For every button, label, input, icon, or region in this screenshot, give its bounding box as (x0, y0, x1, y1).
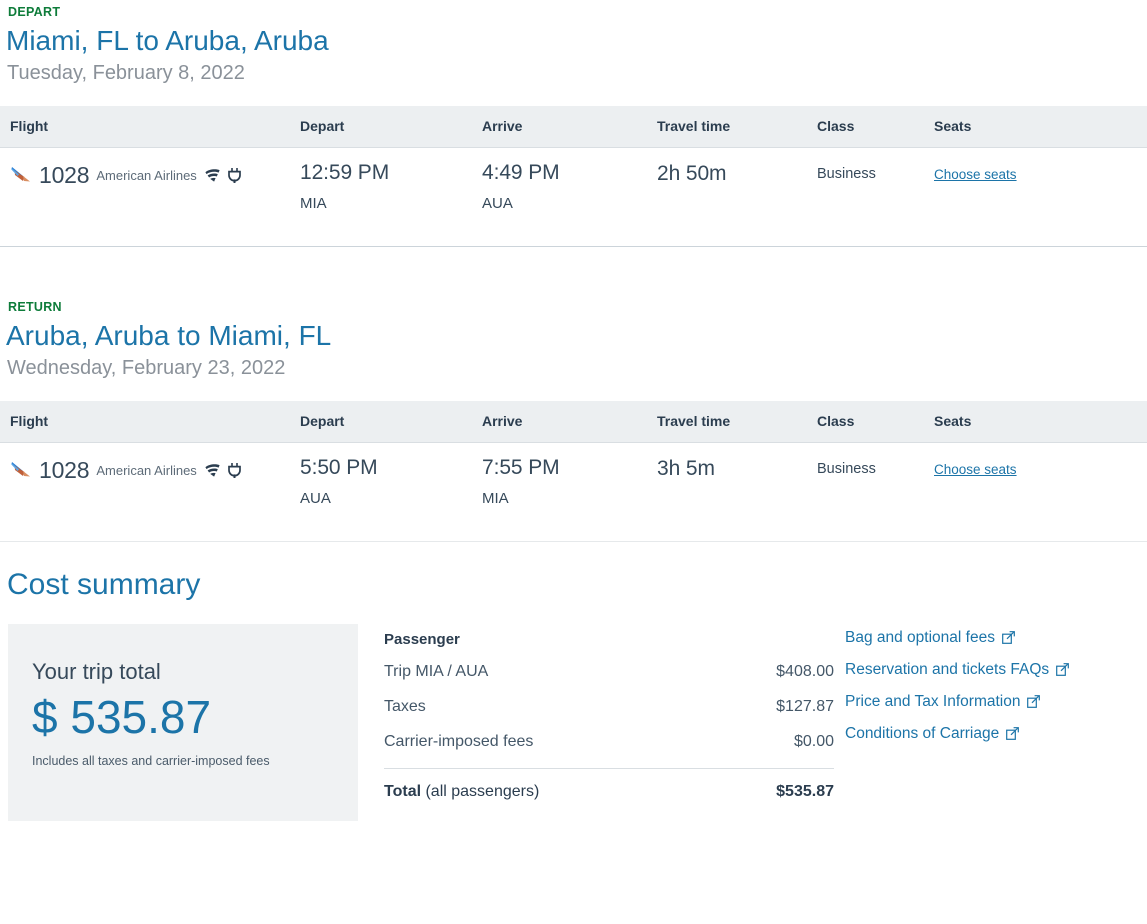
arrive-airport-code: AUA (482, 194, 513, 212)
column-header-depart: Depart (300, 413, 345, 430)
external-link-icon (1006, 727, 1020, 741)
passenger-fare-breakdown: Passenger Trip MIA / AUA $408.00 Taxes $… (384, 624, 834, 821)
seats-cell: Choose seats (934, 162, 1147, 246)
fare-total-row: Total (all passengers) $535.87 (384, 783, 834, 801)
price-and-tax-information-link[interactable]: Price and Tax Information (845, 693, 1125, 711)
return-segment: RETURN Aruba, Aruba to Miami, FL Wednesd… (0, 247, 1147, 541)
depart-kicker: DEPART (8, 5, 61, 19)
flight-cell: 1028 American Airlines (0, 162, 300, 246)
choose-seats-link[interactable]: Choose seats (934, 167, 1017, 182)
cost-summary-title: Cost summary (7, 567, 201, 601)
arrive-cell: 4:49 PM AUA (482, 160, 657, 246)
class-cell: Business (817, 457, 934, 541)
cabin-class-value: Business (817, 165, 876, 182)
trip-review-page: DEPART Miami, FL to Aruba, Aruba Tuesday… (0, 0, 1147, 924)
return-date: Wednesday, February 23, 2022 (7, 356, 286, 379)
depart-flight-table: Flight Depart Arrive Travel time Class S… (0, 105, 1147, 246)
cost-summary-divider (0, 540, 1147, 542)
cabin-class-value: Business (817, 460, 876, 477)
trip-total-note: Includes all taxes and carrier-imposed f… (32, 753, 270, 768)
depart-cell: 5:50 PM AUA (300, 455, 482, 541)
return-flight-table: Flight Depart Arrive Travel time Class S… (0, 400, 1147, 541)
seats-cell: Choose seats (934, 457, 1147, 541)
fare-row: Carrier-imposed fees $0.00 (384, 733, 834, 751)
depart-cell: 12:59 PM MIA (300, 160, 482, 246)
depart-route-title: Miami, FL to Aruba, Aruba (6, 25, 329, 56)
depart-time: 12:59 PM (300, 160, 390, 184)
column-header-seats: Seats (934, 413, 972, 430)
table-row: 1028 American Airlines (0, 148, 1147, 246)
table-header-row: Flight Depart Arrive Travel time Class S… (0, 105, 1147, 148)
trip-total-box: Your trip total $ 535.87 Includes all ta… (8, 623, 358, 821)
fare-label: Carrier-imposed fees (384, 732, 534, 750)
table-row: 1028 American Airlines (0, 443, 1147, 541)
column-header-class: Class (817, 413, 855, 430)
external-link-icon (1002, 631, 1015, 645)
passenger-header: Passenger (384, 630, 460, 648)
trip-total-label: Your trip total (32, 658, 161, 684)
link-label: Price and Tax Information (845, 692, 1021, 710)
class-cell: Business (817, 162, 934, 246)
travel-time-cell: 3h 5m (657, 457, 817, 541)
fare-amount: $127.87 (776, 697, 834, 715)
bag-and-optional-fees-link[interactable]: Bag and optional fees (845, 629, 1125, 647)
column-header-arrive: Arrive (482, 413, 523, 430)
wifi-icon (204, 463, 221, 477)
arrive-airport-code: MIA (482, 489, 509, 507)
fare-total-amount: $535.87 (776, 782, 834, 800)
power-outlet-icon (227, 462, 241, 478)
link-label: Conditions of Carriage (845, 724, 1000, 742)
column-header-flight: Flight (10, 413, 49, 430)
column-header-seats: Seats (934, 118, 972, 135)
depart-time: 5:50 PM (300, 455, 378, 479)
link-label: Bag and optional fees (845, 628, 995, 646)
wifi-icon (204, 168, 221, 182)
column-header-flight: Flight (10, 118, 49, 135)
related-links-list: Bag and optional fees Reservation and ti… (845, 624, 1125, 821)
travel-time-cell: 2h 50m (657, 162, 817, 246)
fare-total-divider (384, 767, 834, 769)
flight-number: 1028 (39, 161, 90, 188)
reservation-and-tickets-faqs-link[interactable]: Reservation and tickets FAQs (845, 661, 1125, 679)
return-kicker: RETURN (8, 299, 62, 314)
carrier-name: American Airlines (96, 462, 197, 478)
external-link-icon (1056, 663, 1070, 677)
arrive-time: 7:55 PM (482, 455, 560, 479)
fare-label: Taxes (384, 697, 426, 715)
column-header-travel-time: Travel time (657, 413, 731, 430)
depart-airport-code: MIA (300, 194, 327, 212)
fare-row: Trip MIA / AUA $408.00 (384, 663, 834, 681)
power-outlet-icon (227, 167, 241, 183)
fare-amount: $408.00 (776, 662, 834, 680)
choose-seats-link[interactable]: Choose seats (934, 462, 1017, 477)
travel-time-value: 2h 50m (657, 161, 727, 185)
travel-time-value: 3h 5m (657, 456, 715, 480)
american-airlines-eagle-icon (10, 164, 36, 186)
fare-label: Trip MIA / AUA (384, 662, 489, 680)
external-link-icon (1027, 695, 1041, 709)
arrive-time: 4:49 PM (482, 160, 560, 184)
conditions-of-carriage-link[interactable]: Conditions of Carriage (845, 725, 1125, 743)
carrier-name: American Airlines (96, 167, 197, 183)
column-header-depart: Depart (300, 118, 345, 135)
table-header-row: Flight Depart Arrive Travel time Class S… (0, 400, 1147, 443)
cost-summary-section: Cost summary Your trip total $ 535.87 In… (0, 568, 1147, 821)
flight-number: 1028 (39, 456, 90, 483)
column-header-travel-time: Travel time (657, 118, 731, 135)
fare-total-label: Total (all passengers) (384, 782, 540, 800)
depart-date: Tuesday, February 8, 2022 (7, 61, 245, 84)
depart-segment: DEPART Miami, FL to Aruba, Aruba Tuesday… (0, 0, 1147, 246)
return-route-title: Aruba, Aruba to Miami, FL (6, 319, 332, 351)
trip-total-amount: $ 535.87 (32, 690, 212, 743)
flight-cell: 1028 American Airlines (0, 457, 300, 541)
link-label: Reservation and tickets FAQs (845, 660, 1050, 678)
fare-amount: $0.00 (793, 732, 834, 750)
arrive-cell: 7:55 PM MIA (482, 455, 657, 541)
fare-row: Taxes $127.87 (384, 698, 834, 716)
american-airlines-eagle-icon (10, 459, 36, 481)
column-header-arrive: Arrive (482, 118, 523, 135)
column-header-class: Class (817, 118, 855, 135)
depart-airport-code: AUA (300, 489, 331, 507)
